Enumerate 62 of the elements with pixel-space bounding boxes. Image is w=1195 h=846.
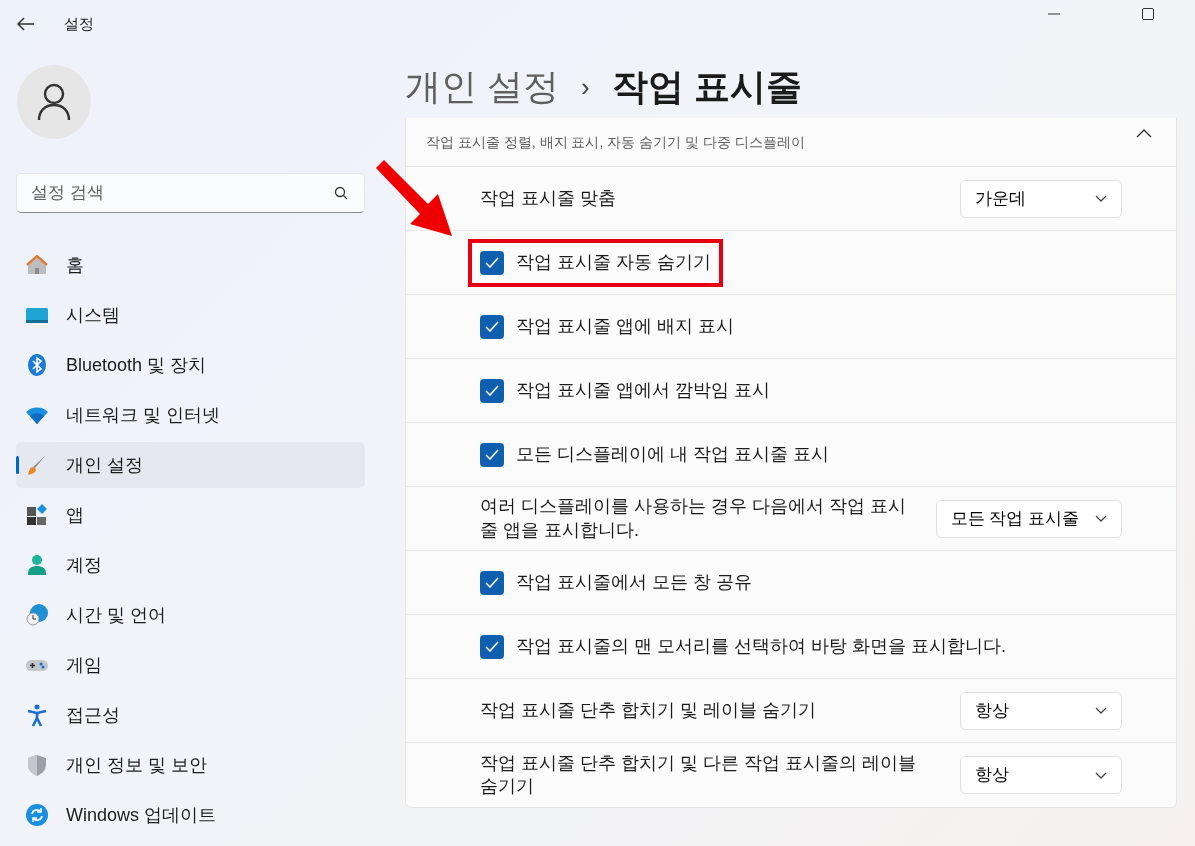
section-subtitle: 작업 표시줄 정렬, 배지 표시, 자동 숨기기 및 다중 디스플레이 <box>426 132 805 152</box>
chevron-down-icon <box>1095 771 1107 779</box>
sidebar-item[interactable]: 시간 및 언어 <box>16 592 365 638</box>
sidebar-item[interactable]: 네트워크 및 인터넷 <box>16 392 365 438</box>
check-icon <box>485 257 499 268</box>
setting-label: 작업 표시줄의 맨 모서리를 선택하여 바탕 화면을 표시합니다. <box>516 634 1006 658</box>
dropdown[interactable]: 가운데 <box>960 179 1122 218</box>
breadcrumb-separator: › <box>581 70 590 104</box>
dropdown[interactable]: 항상 <box>960 691 1122 730</box>
breadcrumb-parent[interactable]: 개인 설정 <box>405 60 559 114</box>
window-title: 설정 <box>64 13 94 34</box>
checkbox[interactable] <box>480 442 504 467</box>
sidebar-item[interactable]: 계정 <box>16 542 365 588</box>
setting-label: 작업 표시줄에서 모든 창 공유 <box>516 570 752 594</box>
setting-label: 작업 표시줄 앱에 배지 표시 <box>516 314 734 338</box>
setting-label: 작업 표시줄 맞춤 <box>480 186 616 210</box>
chevron-down-icon <box>1095 707 1107 714</box>
sidebar-item[interactable]: Bluetooth 및 장치 <box>16 342 365 388</box>
sidebar-item[interactable]: 접근성 <box>16 692 365 738</box>
sidebar-item[interactable]: Windows 업데이트 <box>16 792 365 838</box>
globe-clock-icon <box>25 603 49 627</box>
sidebar-item[interactable]: 개인 정보 및 보안 <box>16 742 365 788</box>
minimize-icon <box>1048 13 1060 15</box>
search-field[interactable]: 설정 검색 <box>16 173 365 213</box>
checkbox[interactable] <box>480 378 504 403</box>
check-icon <box>485 577 499 588</box>
check-icon <box>485 321 499 332</box>
shield-icon <box>25 753 49 777</box>
dropdown[interactable]: 항상 <box>960 756 1122 794</box>
setting-label: 작업 표시줄 자동 숨기기 <box>516 250 711 274</box>
home-icon <box>25 253 49 277</box>
accessibility-icon <box>25 703 49 727</box>
search-icon <box>334 186 348 200</box>
chevron-up-icon <box>1136 128 1152 138</box>
refresh-icon <box>25 803 49 827</box>
setting-label: 작업 표시줄 단추 합치기 및 레이블 숨기기 <box>480 698 816 722</box>
chevron-down-icon <box>1095 195 1107 202</box>
chevron-down-icon <box>1095 515 1107 522</box>
sidebar-item[interactable]: 홈 <box>16 242 365 288</box>
setting-label: 작업 표시줄 앱에서 깜박임 표시 <box>516 378 770 402</box>
checkbox[interactable] <box>480 314 504 339</box>
checkbox[interactable] <box>480 634 504 659</box>
selection-indicator <box>16 456 19 474</box>
apps-icon <box>25 503 49 527</box>
checkbox[interactable] <box>480 570 504 595</box>
setting-label: 모든 디스플레이에 내 작업 표시줄 표시 <box>516 442 829 466</box>
check-icon <box>485 641 499 652</box>
brush-icon <box>25 453 49 477</box>
sidebar-item[interactable]: 개인 설정 <box>16 442 365 488</box>
dropdown[interactable]: 모든 작업 표시줄 <box>935 499 1122 538</box>
setting-label: 여러 디스플레이를 사용하는 경우 다음에서 작업 표시줄 앱을 표시합니다. <box>480 495 907 542</box>
sidebar-item[interactable]: 앱 <box>16 492 365 538</box>
check-icon <box>485 449 499 460</box>
maximize-icon <box>1142 8 1154 20</box>
setting-label: 작업 표시줄 단추 합치기 및 다른 작업 표시줄의 레이블 숨기기 <box>480 751 917 798</box>
sidebar-item[interactable]: 게임 <box>16 642 365 688</box>
sidebar-item[interactable]: 시스템 <box>16 292 365 338</box>
page-title: 작업 표시줄 <box>611 65 802 109</box>
person-icon <box>25 553 49 577</box>
checkbox[interactable] <box>480 250 504 275</box>
check-icon <box>485 385 499 396</box>
bluetooth-icon <box>25 353 49 377</box>
